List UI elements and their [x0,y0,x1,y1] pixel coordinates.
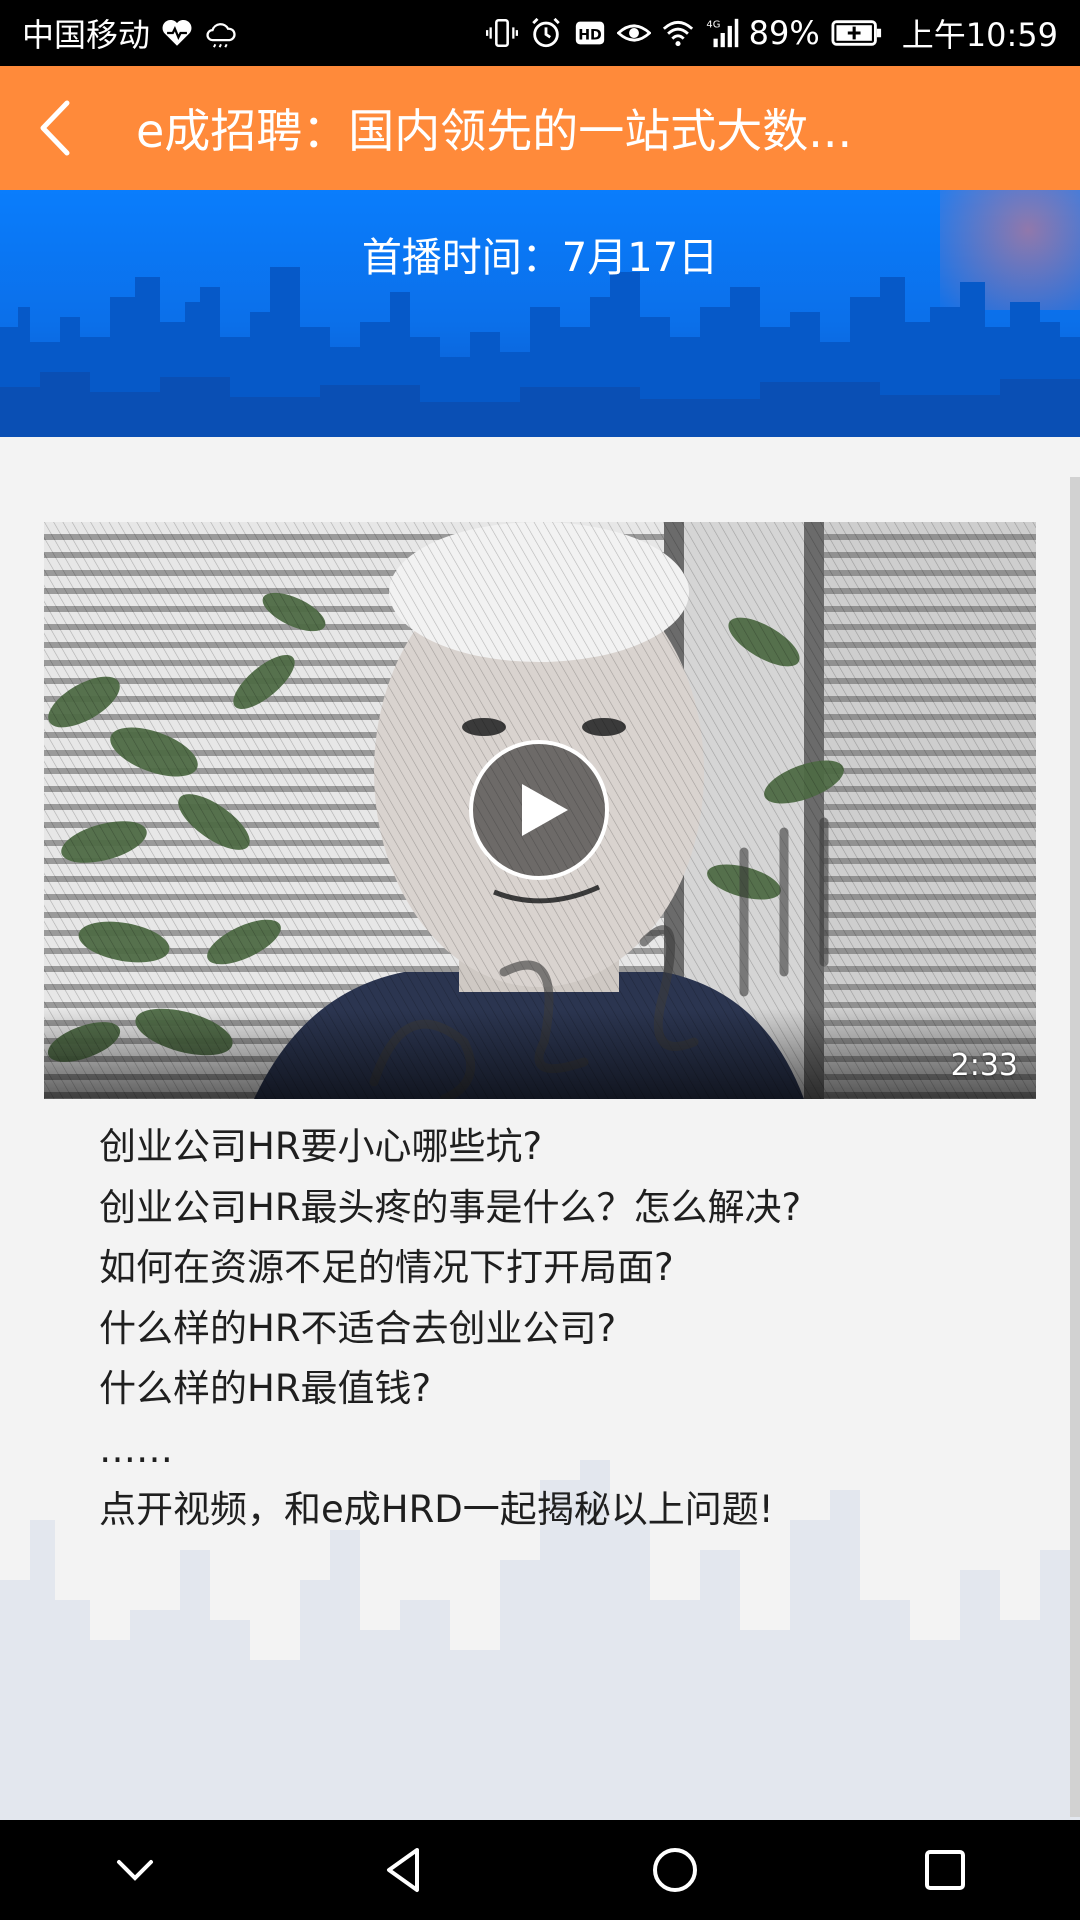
screen: 中国移动 HD 4G 89% 上午10:59 e成招聘：国内领先的一站式大数..… [0,0,1080,1920]
nav-recents-button[interactable] [905,1830,985,1910]
content-area[interactable]: 2:33 创业公司HR要小心哪些坑? 创业公司HR最头疼的事是什么？怎么解决? … [0,437,1080,1820]
heart-pulse-icon [160,16,194,50]
play-button[interactable] [469,740,609,880]
svg-text:HD: HD [578,27,602,43]
alarm-icon [529,16,563,50]
svg-text:4G: 4G [706,19,720,30]
description-line: …… [99,1427,173,1471]
eye-icon [615,16,652,50]
video-bottom-shade [44,1009,1036,1099]
cloud-icon [204,16,238,50]
chevron-left-icon [40,100,70,156]
video-player[interactable]: 2:33 [44,522,1036,1099]
vibrate-icon [485,16,519,50]
collapse-button[interactable] [95,1830,175,1910]
premiere-banner: 首播时间：7月17日 [0,190,1080,437]
home-circle-icon [653,1848,697,1892]
battery-percent: 89% [748,14,820,52]
city-skyline-illustration [0,267,1080,437]
premiere-time: 首播时间：7月17日 [361,235,719,281]
clock: 上午10:59 [901,16,1058,54]
status-right: HD 4G 89% 上午10:59 [485,10,1058,56]
nav-home-button[interactable] [635,1830,715,1910]
signal-4g-icon: 4G [705,16,739,50]
play-icon [522,784,568,836]
page-title: e成招聘：国内领先的一站式大数... [136,104,853,158]
recents-square-icon [925,1850,965,1890]
description-line: 创业公司HR最头疼的事是什么？怎么解决? [99,1185,802,1229]
wifi-icon [661,16,695,50]
nav-back-button[interactable] [365,1830,445,1910]
back-triangle-icon [387,1848,419,1892]
video-duration: 2:33 [950,1048,1018,1083]
app-bar: e成招聘：国内领先的一站式大数... [0,66,1080,190]
hd-icon: HD [573,16,607,50]
description-line: 什么样的HR最值钱? [99,1367,432,1410]
description-line: 什么样的HR不适合去创业公司? [99,1306,617,1350]
description-line: 点开视频，和e成HRD一起揭秘以上问题! [99,1488,774,1531]
carrier-label: 中国移动 [22,16,151,54]
collapse-chevron-icon [117,1860,153,1881]
description-line: 创业公司HR要小心哪些坑? [99,1125,543,1168]
scrollbar[interactable] [1070,477,1080,1817]
status-bar: 中国移动 HD 4G 89% 上午10:59 [0,0,1080,66]
video-description: 创业公司HR要小心哪些坑? 创业公司HR最头疼的事是什么？怎么解决? 如何在资源… [99,1117,999,1541]
battery-charging-icon [830,16,884,50]
description-line: 如何在资源不足的情况下打开局面? [99,1246,674,1289]
status-left: 中国移动 [22,10,238,56]
system-nav-bar [0,1820,1080,1920]
back-button[interactable] [0,66,110,190]
